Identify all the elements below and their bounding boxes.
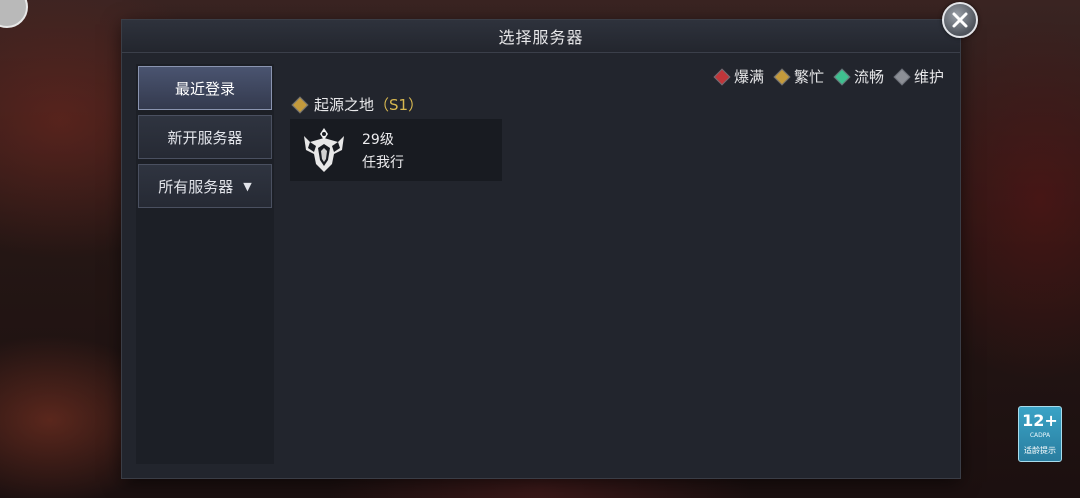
status-diamond-icon bbox=[833, 68, 851, 85]
legend-item-busy: 繁忙 bbox=[773, 66, 824, 87]
class-emblem-icon bbox=[304, 128, 344, 172]
tab-new-servers-label: 新开服务器 bbox=[167, 128, 243, 147]
close-button[interactable] bbox=[942, 2, 978, 38]
age-rating-badge: 12+ CADPA 适龄提示 bbox=[1018, 406, 1062, 462]
caret-down-icon: ▼ bbox=[243, 179, 252, 193]
tab-recent-login[interactable]: 最近登录 bbox=[138, 66, 272, 110]
legend-label: 流畅 bbox=[853, 68, 884, 86]
legend-label: 爆满 bbox=[733, 68, 764, 86]
tab-all-servers[interactable]: 所有服务器 ▼ bbox=[138, 164, 272, 208]
status-diamond-icon bbox=[773, 68, 791, 85]
legend-label: 维护 bbox=[913, 68, 944, 86]
status-legend: 爆满 繁忙 流畅 维护 bbox=[713, 66, 944, 87]
dialog-title-bar: 选择服务器 bbox=[122, 20, 960, 53]
tab-recent-login-label: 最近登录 bbox=[174, 79, 235, 98]
tab-new-servers[interactable]: 新开服务器 bbox=[138, 115, 272, 159]
close-x-icon bbox=[952, 12, 968, 28]
legend-item-maintenance: 维护 bbox=[893, 66, 944, 87]
status-diamond-icon bbox=[713, 68, 731, 85]
server-group-name: 起源之地 bbox=[314, 96, 375, 114]
dialog-title: 选择服务器 bbox=[498, 28, 584, 47]
server-group-code: （S1） bbox=[374, 96, 424, 114]
legend-item-full: 爆满 bbox=[713, 66, 764, 87]
recent-server-card[interactable]: 29级 任我行 bbox=[290, 119, 502, 181]
age-rating-org: CADPA bbox=[1029, 432, 1051, 439]
server-group-header: 起源之地（S1） bbox=[291, 94, 424, 115]
status-diamond-icon bbox=[893, 68, 911, 85]
character-name: 任我行 bbox=[362, 155, 404, 171]
tab-all-servers-label: 所有服务器 bbox=[158, 177, 234, 196]
character-level: 29级 bbox=[362, 132, 394, 148]
age-rating-note: 适龄提示 bbox=[1024, 446, 1056, 455]
age-rating-value: 12+ bbox=[1022, 411, 1058, 430]
legend-item-smooth: 流畅 bbox=[833, 66, 884, 87]
server-category-sidebar: 最近登录 新开服务器 所有服务器 ▼ bbox=[136, 64, 274, 464]
server-select-dialog: 选择服务器 最近登录 新开服务器 所有服务器 ▼ 爆满 繁忙 流畅 维护 起源之… bbox=[122, 20, 960, 478]
status-diamond-icon bbox=[291, 96, 309, 113]
legend-label: 繁忙 bbox=[793, 68, 824, 86]
